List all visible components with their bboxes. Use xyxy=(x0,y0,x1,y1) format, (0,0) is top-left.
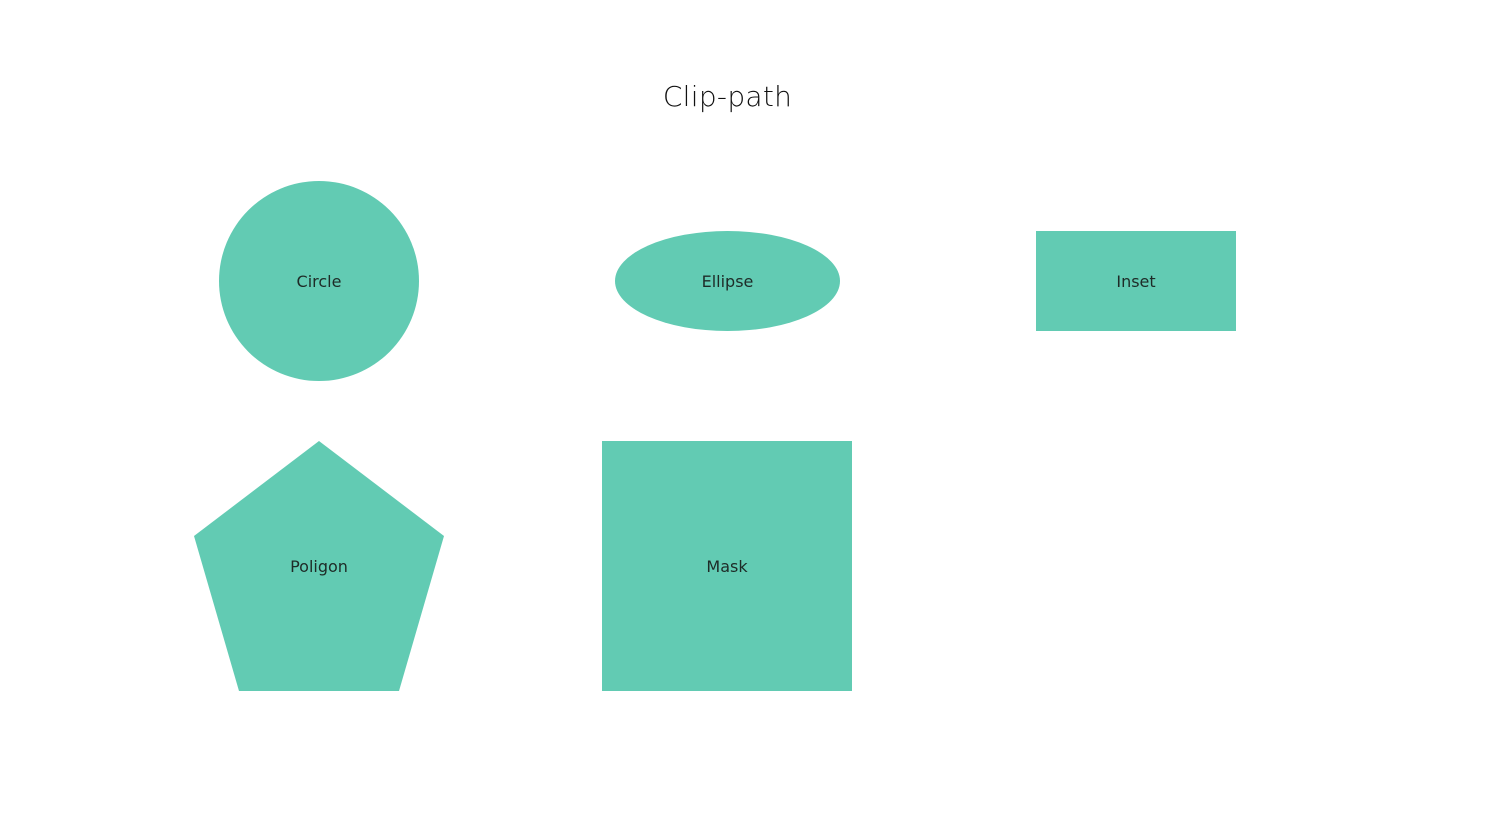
mask-label: Mask xyxy=(706,556,748,576)
mask-shape: Mask xyxy=(602,441,852,691)
polygon-shape: Poligon xyxy=(194,441,444,691)
ellipse-shape: Ellipse xyxy=(615,231,840,331)
circle-shape: Circle xyxy=(219,181,419,381)
polygon-label: Poligon xyxy=(290,556,348,576)
ellipse-label: Ellipse xyxy=(701,271,754,291)
page-title: Clip-path xyxy=(662,80,793,113)
circle-label: Circle xyxy=(296,271,342,291)
inset-shape: Inset xyxy=(1036,231,1236,331)
inset-label: Inset xyxy=(1116,271,1156,291)
